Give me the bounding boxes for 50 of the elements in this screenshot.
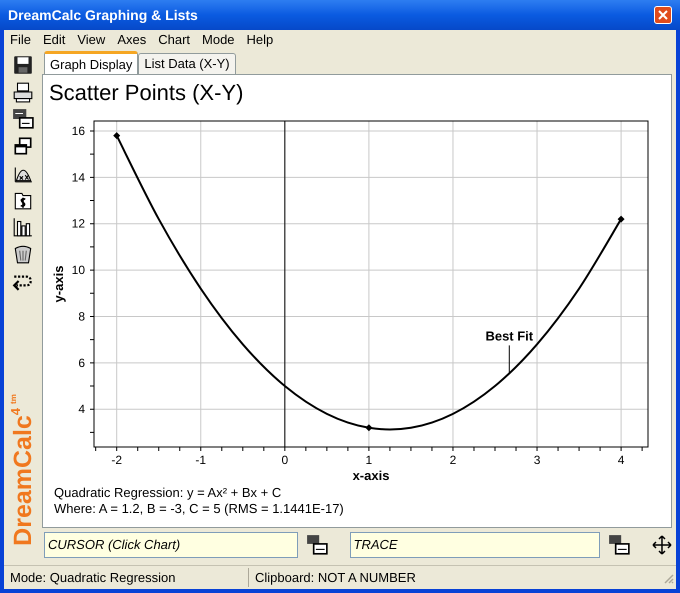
logo: DreamCalc4 tm [9,394,37,546]
cursor-field[interactable]: CURSOR (Click Chart) [44,532,298,558]
graph-title: Scatter Points (X-Y) [49,79,244,107]
menu-item[interactable]: Mode [202,30,235,50]
menu-item[interactable]: Edit [42,30,66,50]
y-tick-label: 14 [72,170,85,184]
x-tick-label: 0 [282,453,288,467]
x-tick-label: -2 [111,453,122,467]
y-tick-label: 6 [78,356,85,370]
data-point [618,216,625,223]
move-icon[interactable] [652,535,672,555]
regression-text: Quadratic Regression: y = Ax² + Bx + C [54,485,282,501]
x-tick-label: 2 [450,453,456,467]
menu-item[interactable]: View [77,30,106,50]
annotation-label: Best Fit [485,328,534,344]
status-text: Mode: Quadratic Regression [4,568,249,588]
x-tick-label: 4 [618,453,624,467]
close-button[interactable] [654,6,672,24]
x-tick-label: 3 [534,453,540,467]
y-axis-title: y-axis [51,266,66,302]
tab[interactable]: List Data (X-Y) [138,53,236,74]
x-axis-title: x-axis [352,468,390,483]
close-icon [658,10,668,20]
regression-text: Where: A = 1.2, B = -3, C = 5 (RMS = 1.1441E-17) [54,501,345,517]
leader-line [508,344,510,374]
y-tick-label: 8 [78,309,85,324]
data-point [365,424,372,432]
printer-icon[interactable] [12,81,34,103]
tab[interactable]: Graph Display [44,51,138,75]
menu-item[interactable]: Chart [158,30,190,50]
x-tick-label: -1 [195,453,206,467]
overlapping-windows-icon[interactable] [12,135,34,157]
copy-values-icon[interactable] [306,534,328,556]
menu-item[interactable]: File [10,30,31,50]
window-title: DreamCalc Graphing & Lists [8,6,198,25]
x-tick-label: 1 [366,453,372,467]
menu-item[interactable]: Help [246,30,274,50]
y-tick-label: 12 [72,216,85,231]
resize-grip-icon[interactable] [662,572,674,584]
trace-field[interactable]: TRACE [350,532,600,558]
copy-values-icon[interactable] [608,534,630,556]
trash-icon[interactable] [12,243,34,265]
bar-chart-icon[interactable] [12,216,34,238]
stacked-cards-icon[interactable] [12,108,34,130]
y-tick-label: 16 [72,124,85,138]
y-tick-label: 10 [72,263,85,278]
status-text: Clipboard: NOT A NUMBER [254,568,417,587]
menu-item[interactable]: Axes [117,30,146,50]
y-tick-label: 4 [78,402,85,416]
data-point [113,132,120,140]
